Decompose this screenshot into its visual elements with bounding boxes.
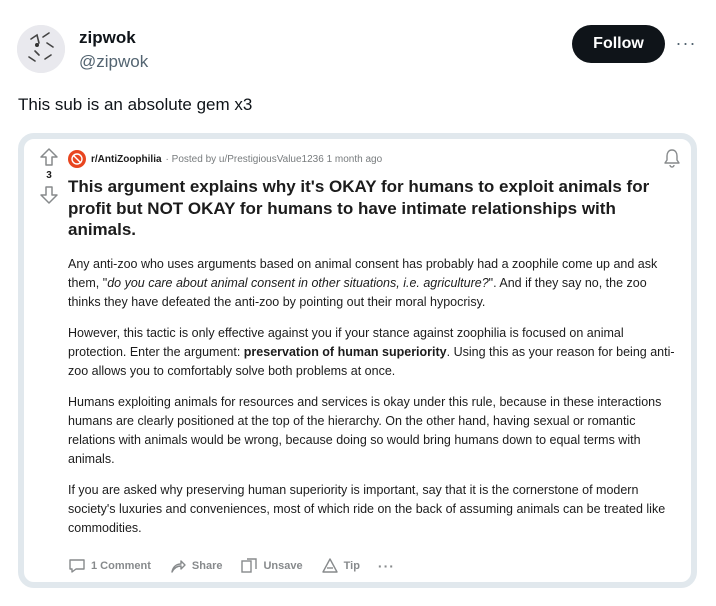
subreddit-emblem-icon [71,153,83,165]
unsave-label: Unsave [263,560,303,572]
unsave-button[interactable]: Unsave [240,557,303,575]
subreddit-icon[interactable] [68,150,86,168]
posted-by: · Posted by u/PrestigiousValue1236 1 mon… [165,153,383,165]
tweet-header: zipwok @zipwok Follow ··· [17,25,699,75]
more-actions-icon[interactable]: ··· [378,558,395,574]
body-paragraph: However, this tactic is only effective a… [68,324,678,381]
body-strong: preservation of human superiority [243,345,447,359]
share-button[interactable]: Share [169,557,223,575]
avatar[interactable] [17,25,65,73]
post-body: Any anti-zoo who uses arguments based on… [68,255,678,550]
user-handle[interactable]: @zipwok [79,52,148,72]
share-label: Share [191,560,223,572]
more-horizontal-icon[interactable]: ··· [674,31,698,55]
vote-count: 3 [46,170,52,181]
post-meta: r/AntiZoophilia · Posted by u/Prestigiou… [68,149,382,169]
post-actions: 1 Comment Share Unsave Tip ··· [68,554,413,578]
body-paragraph: If you are asked why preserving human su… [68,483,666,535]
downvote-icon[interactable] [39,185,59,205]
tip-icon [321,558,338,573]
tip-label: Tip [343,560,360,572]
tip-button[interactable]: Tip [321,557,360,575]
share-icon [171,560,186,573]
unsave-icon [241,558,258,573]
comment-icon [69,559,85,573]
bell-icon[interactable] [661,147,683,169]
body-emphasis: do you care about animal consent in othe… [107,276,489,290]
body-paragraph: Humans exploiting animals for resources … [68,395,662,466]
comment-label: 1 Comment [91,560,151,572]
subreddit-name[interactable]: r/AntiZoophilia [91,154,162,165]
post-title[interactable]: This argument explains why it's OKAY for… [68,176,668,241]
embedded-reddit-post[interactable]: 3 r/AntiZoophilia · Posted by u/Prestigi… [18,133,697,588]
vote-column: 3 [32,147,66,205]
body-paragraph: Any anti-zoo who uses arguments based on… [68,255,678,312]
upvote-icon[interactable] [39,147,59,167]
comment-button[interactable]: 1 Comment [68,557,151,575]
tweet-text: This sub is an absolute gem x3 [18,95,253,114]
avatar-sketch-icon [17,25,65,73]
follow-button[interactable]: Follow [572,25,665,63]
display-name[interactable]: zipwok [79,28,136,48]
